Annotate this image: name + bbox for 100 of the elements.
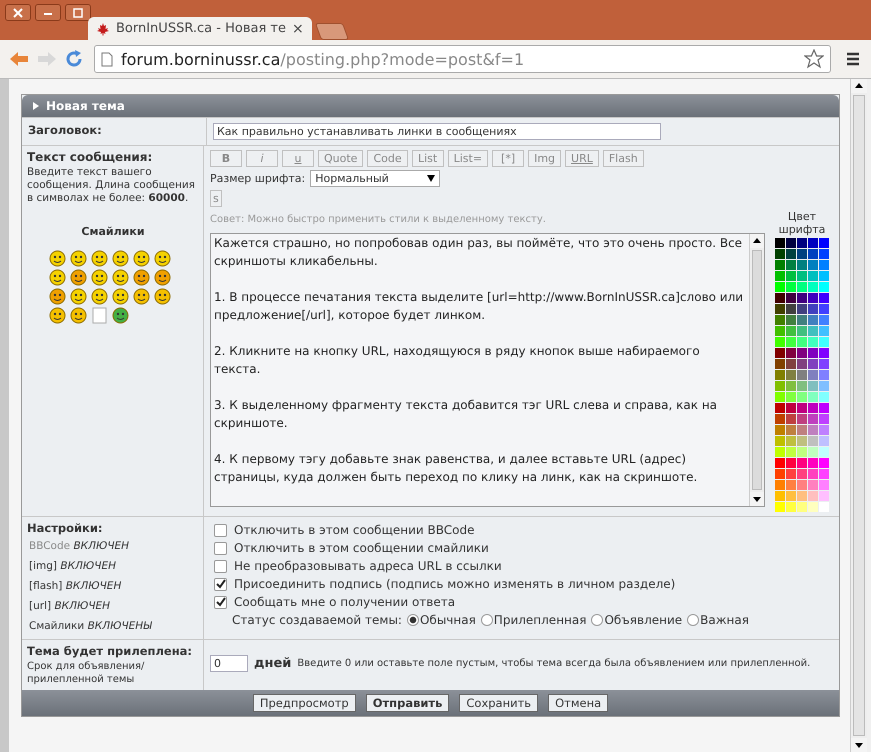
back-icon[interactable] [8,50,30,68]
smiley-icon[interactable] [91,288,108,305]
color-swatch[interactable] [819,326,829,336]
color-swatch[interactable] [786,304,796,314]
smiley-icon[interactable] [154,269,171,286]
minimize-button[interactable] [35,4,61,21]
new-tab-button[interactable] [314,23,349,40]
color-swatch[interactable] [808,469,818,479]
color-swatch[interactable] [775,381,785,391]
color-swatch[interactable] [797,436,807,446]
color-swatch[interactable] [808,238,818,248]
smiley-icon[interactable] [154,250,171,267]
color-swatch[interactable] [786,425,796,435]
color-swatch[interactable] [819,381,829,391]
format-button[interactable]: Img [528,150,562,167]
color-swatch[interactable] [786,315,796,325]
color-swatch[interactable] [797,447,807,457]
color-swatch[interactable] [808,315,818,325]
color-swatch[interactable] [797,403,807,413]
form-button[interactable]: Отправить [366,694,450,712]
color-swatch[interactable] [797,282,807,292]
font-size-select[interactable]: Нормальный [310,170,440,187]
color-swatch[interactable] [775,326,785,336]
form-button[interactable]: Сохранить [459,694,538,712]
browser-tab[interactable]: BornInUSSR.ca - Новая те × [88,17,312,40]
color-swatch[interactable] [797,304,807,314]
strike-button[interactable]: s [210,190,222,207]
color-swatch[interactable] [819,458,829,468]
scroll-up-icon[interactable] [851,79,867,93]
checkbox[interactable] [214,542,227,554]
smiley-icon[interactable] [112,250,129,267]
color-swatch[interactable] [775,370,785,380]
color-swatch[interactable] [819,249,829,259]
color-swatch[interactable] [819,304,829,314]
color-swatch[interactable] [819,370,829,380]
color-swatch[interactable] [819,403,829,413]
color-swatch[interactable] [797,502,807,512]
color-swatch[interactable] [775,403,785,413]
menu-icon[interactable] [845,51,861,67]
color-swatch[interactable] [775,293,785,303]
color-swatch[interactable] [819,502,829,512]
color-swatch[interactable] [808,447,818,457]
smiley-icon[interactable] [49,250,66,267]
color-swatch[interactable] [786,447,796,457]
color-swatch[interactable] [775,271,785,281]
color-swatch[interactable] [819,260,829,270]
format-button[interactable]: URL [565,150,599,167]
color-swatch[interactable] [808,293,818,303]
color-swatch[interactable] [808,348,818,358]
color-swatch[interactable] [786,337,796,347]
color-swatch[interactable] [808,491,818,501]
textarea-scrollbar[interactable] [749,234,764,506]
page-scrollbar[interactable] [850,79,867,752]
color-swatch[interactable] [819,491,829,501]
color-swatch[interactable] [808,403,818,413]
color-swatch[interactable] [808,359,818,369]
message-textarea[interactable]: Кажется страшно, но попробовав один раз, вы поймёте, что это очень просто. Все скриншоты кликабельны. 1. В процессе печатания текста выделите [url=http://www.BornInUSSR.ca]слово или предложение[/url], которое будет линком. 2. Кликните на кнопку URL, находящуюся в ряду кнопок выше набираемого текста. 3. К выделенному фрагменту текста добавится тэг URL слева и справа, как на скриншоте. 4. К первому тэгу добавьте знак равенства, и далее вставьте URL (адрес) страницы, куда должен быть переход по клику на линк, как на скриншоте. [210,233,765,507]
color-swatch[interactable] [797,326,807,336]
color-swatch[interactable] [819,392,829,402]
smiley-icon[interactable] [154,288,171,305]
color-swatch[interactable] [786,392,796,402]
smiley-icon[interactable] [49,307,66,324]
format-button[interactable]: Flash [602,150,644,167]
form-button[interactable]: Предпросмотр [252,694,356,712]
color-swatch[interactable] [775,414,785,424]
smiley-icon[interactable] [70,288,87,305]
color-swatch[interactable] [786,414,796,424]
format-button[interactable]: List [412,150,444,167]
days-field[interactable]: 0 [210,654,248,672]
radio-button[interactable] [480,614,493,626]
color-swatch[interactable] [786,502,796,512]
format-button[interactable]: [*] [492,150,524,167]
smiley-icon[interactable] [112,269,129,286]
color-swatch[interactable] [775,348,785,358]
color-swatch[interactable] [775,447,785,457]
color-swatch[interactable] [819,271,829,281]
color-swatch[interactable] [775,249,785,259]
format-button[interactable]: Quote [318,150,364,167]
color-swatch[interactable] [775,238,785,248]
smiley-icon[interactable] [112,307,129,324]
color-swatch[interactable] [808,480,818,490]
color-swatch[interactable] [775,304,785,314]
color-swatch[interactable] [786,403,796,413]
color-swatch[interactable] [797,315,807,325]
color-swatch[interactable] [775,491,785,501]
color-swatch[interactable] [797,271,807,281]
color-swatch[interactable] [786,282,796,292]
color-swatch[interactable] [808,326,818,336]
color-swatch[interactable] [819,293,829,303]
color-swatch[interactable] [786,238,796,248]
smiley-icon[interactable] [70,307,87,324]
color-swatch[interactable] [786,458,796,468]
color-swatch[interactable] [819,348,829,358]
color-swatch[interactable] [808,370,818,380]
close-window-button[interactable] [5,4,31,21]
color-swatch[interactable] [797,359,807,369]
color-swatch[interactable] [775,436,785,446]
color-swatch[interactable] [786,491,796,501]
color-swatch[interactable] [819,425,829,435]
color-swatch[interactable] [775,469,785,479]
